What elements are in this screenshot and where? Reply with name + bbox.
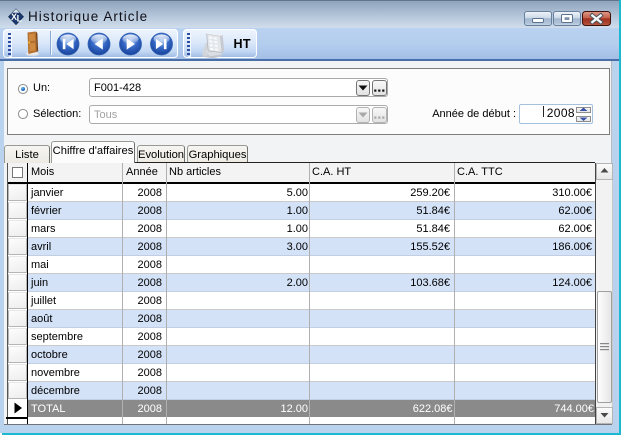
svg-text:L: L <box>17 13 23 23</box>
